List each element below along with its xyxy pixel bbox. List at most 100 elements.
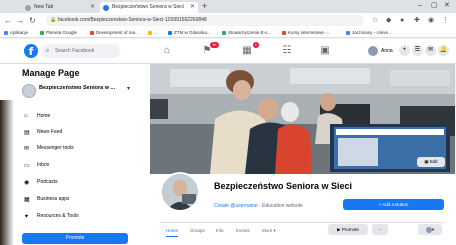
profile-photo-image	[162, 174, 198, 210]
bookmark-label: ...	[154, 30, 158, 35]
url-text: facebook.com/Bezpieczenstwo-Seniora-w-Si…	[58, 17, 207, 23]
bookmark-star-icon[interactable]: ☆	[372, 15, 378, 26]
tab-more[interactable]: More ▾	[262, 228, 276, 234]
photo-edge-shadow	[0, 100, 14, 245]
inbox-icon: ▭	[24, 163, 30, 169]
sidebar-item-label: Home	[37, 113, 51, 119]
promote-button[interactable]: Promote	[22, 233, 128, 244]
facebook-top-bar: f ⌕ Search Facebook ⌂ ⚑ 9+ ▦ 1 ☷ ▣ Anna + …	[0, 39, 456, 64]
back-icon[interactable]: ←	[4, 15, 12, 26]
create-username-link[interactable]: Create @username	[214, 203, 258, 209]
facebook-search-input[interactable]: ⌕ Search Facebook	[42, 44, 120, 58]
browser-tab-new-tab[interactable]: New Tab ✕	[22, 2, 98, 13]
tab-events[interactable]: Events	[236, 228, 250, 233]
sidebar-item-business-apps[interactable]: ▦ Business apps	[22, 193, 132, 207]
bookmarks-bar: Aplikacje Planeta Google Development of …	[0, 28, 456, 38]
store-icon[interactable]: ▦ 1	[240, 42, 259, 58]
edit-cover-label: Edit	[429, 159, 438, 164]
bookmark-item[interactable]: Development of ma...	[90, 28, 139, 38]
bookmark-favicon-icon	[40, 31, 44, 35]
bookmark-item[interactable]: ...	[148, 28, 158, 38]
bookmark-label: Development of ma...	[96, 30, 139, 35]
view-as-chevron: ▾	[431, 227, 435, 232]
bookmark-label: Aplikacje	[10, 30, 29, 35]
flag-icon[interactable]: ⚑ 9+	[200, 42, 219, 58]
edit-cover-button[interactable]: ▣ Edit	[417, 157, 445, 167]
close-tab-icon[interactable]: ✕	[190, 2, 195, 13]
maximize-icon[interactable]: ▢	[431, 0, 438, 12]
forward-icon[interactable]: →	[16, 15, 24, 26]
bookmark-label: ZTM w Gdansku...	[174, 30, 211, 35]
tab-info[interactable]: Info	[216, 228, 224, 233]
bookmark-favicon-icon	[168, 31, 172, 35]
tab-title: Bezpieczeństwo Seniora w Sieci	[112, 4, 184, 10]
menu-kebab-icon[interactable]: ⋮	[442, 15, 449, 26]
bookmark-item[interactable]: Kursy internetowe -...	[282, 28, 331, 38]
page-subtitle: Create @username · Education website	[214, 203, 303, 209]
sidebar-item-podcasts[interactable]: ◉ Podcasts	[22, 176, 132, 190]
profile-chip[interactable]: Anna	[368, 45, 393, 57]
home-icon[interactable]: ⌂	[160, 44, 174, 58]
cover-photo-image	[150, 64, 455, 174]
messenger-icon[interactable]: ✉	[425, 45, 436, 56]
podcasts-icon: ◉	[24, 180, 30, 186]
notification-badge: 9+	[210, 42, 219, 48]
close-tab-icon[interactable]: ✕	[90, 2, 95, 13]
page-title: Bezpieczeństwo Seniora w Sieci	[214, 181, 353, 191]
close-window-icon[interactable]: ✕	[444, 0, 450, 12]
browser-tab-active[interactable]: Bezpieczeństwo Seniora w Sieci ✕	[100, 2, 198, 13]
address-bar[interactable]: 🔒 facebook.com/Bezpieczenstwo-Seniora-w-…	[46, 15, 364, 26]
sidebar-item-inbox[interactable]: ▭ Inbox	[22, 159, 132, 173]
groups-icon[interactable]: ☷	[280, 44, 294, 58]
bookmark-item[interactable]: Stowarzyszenie E-s...	[222, 28, 271, 38]
more-options-button[interactable]: ···	[372, 224, 388, 235]
bookmark-item[interactable]: Aplikacje	[4, 28, 28, 38]
sidebar-item-label: Podcasts	[37, 179, 58, 185]
resources-icon: ✦	[24, 214, 30, 220]
facebook-logo-icon[interactable]: f	[24, 44, 38, 58]
page-root: New Tab ✕ Bezpieczeństwo Seniora w Sieci…	[0, 0, 456, 245]
sidebar-item-label: Inbox	[37, 162, 50, 168]
new-tab-favicon-icon	[25, 5, 31, 11]
extension-icon[interactable]: ●	[400, 15, 404, 26]
profile-icon[interactable]: ◉	[428, 15, 434, 26]
create-icon[interactable]: +	[399, 45, 410, 56]
minimize-icon[interactable]: –	[418, 0, 422, 12]
promote-page-button[interactable]: ▶ Promote	[328, 224, 368, 235]
messenger-icon: ✉	[24, 146, 30, 152]
sidebar-item-messenger-tools[interactable]: ✉ Messenger tools	[22, 142, 132, 156]
tab-groups[interactable]: Groups	[190, 228, 205, 233]
view-as-button[interactable]: ▾	[418, 224, 442, 235]
extension-icon[interactable]: ◆	[386, 15, 391, 26]
bookmark-label: Kursy internetowe -...	[288, 30, 331, 35]
sidebar-item-label: Resources & Tools	[37, 213, 79, 219]
new-tab-button[interactable]: +	[202, 1, 207, 11]
sidebar-item-news-feed[interactable]: ▤ News Feed	[22, 126, 132, 140]
reload-icon[interactable]: ↻	[29, 15, 36, 26]
sidebar-item-resources-tools[interactable]: ✦ Resources & Tools	[22, 210, 132, 224]
gaming-icon[interactable]: ▣	[318, 44, 332, 58]
extensions-puzzle-icon[interactable]: ✚	[414, 15, 420, 26]
search-icon: ⌕	[46, 48, 50, 54]
bookmark-favicon-icon	[282, 31, 286, 35]
apps-icon	[4, 31, 8, 35]
bookmark-label: Jarzmiany - Unive...	[352, 30, 392, 35]
tab-divider	[160, 222, 445, 223]
menu-icon[interactable]: ☰	[412, 45, 423, 56]
bookmark-item[interactable]: ZTM w Gdansku...	[168, 28, 211, 38]
tab-home[interactable]: Home	[166, 228, 179, 237]
page-switcher[interactable]: Bezpieczeństwo Seniora w ... ▾	[22, 82, 132, 102]
page-profile-picture[interactable]	[160, 172, 200, 212]
bookmark-item[interactable]: Planeta Google	[40, 28, 77, 38]
profile-name: Anna	[381, 48, 393, 54]
notifications-icon[interactable]: 🔔	[438, 45, 449, 56]
page-switcher-name: Bezpieczeństwo Seniora w ...	[39, 85, 116, 91]
address-row: ← → ↻ 🔒 facebook.com/Bezpieczenstwo-Seni…	[0, 13, 456, 28]
page-avatar	[22, 84, 36, 98]
business-apps-icon: ▦	[24, 197, 30, 203]
sidebar-item-label: Business apps	[37, 196, 70, 202]
add-a-button-button[interactable]: + Add a Button	[343, 199, 444, 210]
search-placeholder: Search Facebook	[55, 48, 95, 54]
sidebar-item-home[interactable]: ⌂ Home	[22, 110, 132, 124]
bookmark-item[interactable]: Jarzmiany - Unive...	[346, 28, 392, 38]
